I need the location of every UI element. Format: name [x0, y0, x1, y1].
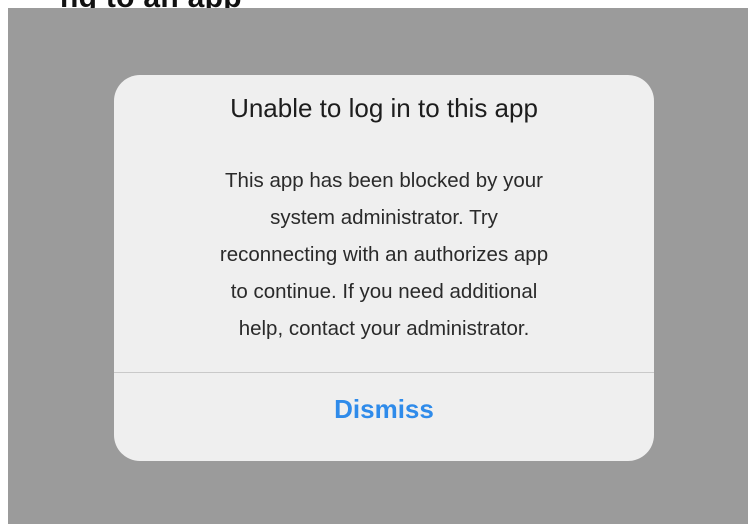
dismiss-button[interactable]: Dismiss — [114, 365, 654, 453]
page-header-strip: ng to an app — [0, 0, 748, 8]
alert-dialog: Unable to log in to this app This app ha… — [114, 75, 654, 461]
alert-title: Unable to log in to this app — [230, 93, 538, 123]
alert-message-line: help, contact your administrator. — [238, 317, 530, 340]
alert-message-line: reconnecting with an authorizes app — [219, 243, 549, 266]
alert-message-line: to continue. If you need additional — [230, 280, 538, 303]
screen: ng to an app Unable to log in to this ap… — [0, 0, 748, 524]
alert-message-line: This app has been blocked by your — [225, 169, 543, 192]
partial-page-title: ng to an app — [60, 0, 242, 8]
alert-message-line: system administrator. Try — [270, 206, 498, 229]
alert-message: This app has been blocked by your system… — [154, 162, 614, 347]
